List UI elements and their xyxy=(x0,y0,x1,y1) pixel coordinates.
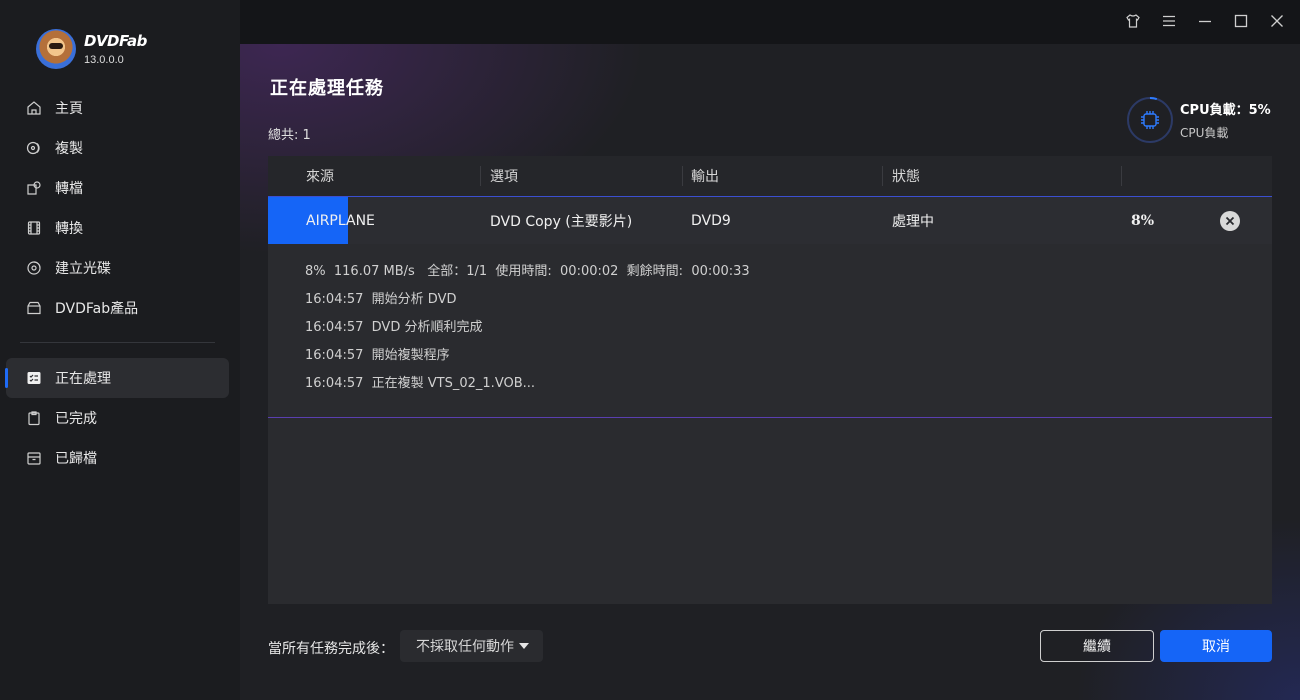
sidebar-item-products[interactable]: DVDFab產品 xyxy=(6,288,229,328)
column-source: 來源 xyxy=(306,169,334,185)
sidebar-divider xyxy=(20,342,215,343)
cpu-gauge xyxy=(1126,96,1174,144)
log-line: 16:04:57 開始複製程序 xyxy=(305,348,450,363)
sidebar-item-processing[interactable]: 正在處理 xyxy=(5,358,229,398)
dvdfab-logo xyxy=(36,29,76,69)
column-option: 選項 xyxy=(490,169,518,185)
cpu-load-indicator: CPU負載：5% CPU負載 xyxy=(1126,96,1271,144)
completed-clipboard-icon xyxy=(26,410,42,426)
sidebar-item-home[interactable]: 主頁 xyxy=(6,88,229,128)
after-all-tasks-value: 不採取任何動作 xyxy=(416,639,514,655)
sidebar-item-label: 正在處理 xyxy=(55,371,111,387)
cpu-load-value: CPU負載：5% xyxy=(1180,103,1271,118)
table-row[interactable]: AIRPLANE DVD Copy (主要影片) DVD9 處理中 8% xyxy=(268,196,1272,245)
caret-down-icon xyxy=(519,643,529,649)
title-bar xyxy=(240,0,1300,44)
minimize-button[interactable] xyxy=(1196,12,1214,30)
cancel-button[interactable]: 取消 xyxy=(1160,630,1272,662)
app-name: DVDFab xyxy=(84,32,147,50)
table-header: 來源 選項 輸出 狀態 xyxy=(268,156,1272,196)
home-icon xyxy=(26,100,42,116)
sidebar-item-label: DVDFab產品 xyxy=(55,301,139,317)
maximize-icon xyxy=(1234,14,1248,28)
sidebar-item-label: 建立光碟 xyxy=(55,261,111,277)
sidebar-nav: 主頁 複製 轉檔 轉換 建立光碟 DVDFab產品 正在處理 已完成 已歸檔 xyxy=(5,88,229,478)
sidebar-item-label: 轉檔 xyxy=(55,181,83,197)
menu-button[interactable] xyxy=(1160,12,1178,30)
task-log: 16:04:57 開始分析 DVD 16:04:57 DVD 分析順利完成 16… xyxy=(305,292,535,404)
sidebar-item-converter[interactable]: 轉換 xyxy=(6,208,229,248)
sidebar-item-ripper[interactable]: 轉檔 xyxy=(6,168,229,208)
after-all-tasks-select[interactable]: 不採取任何動作 xyxy=(400,630,543,662)
maximize-button[interactable] xyxy=(1232,12,1250,30)
task-percent: 8% xyxy=(1131,213,1155,229)
task-status: 處理中 xyxy=(892,214,934,230)
cpu-load-label: CPU負載 xyxy=(1180,126,1229,140)
log-line: 16:04:57 正在複製 VTS_02_1.VOB... xyxy=(305,376,536,391)
task-total: 總共: 1 xyxy=(268,128,311,143)
sidebar: DVDFab 13.0.0.0 主頁 複製 轉檔 轉換 建立光碟 DVDFab產… xyxy=(0,0,240,700)
task-list-icon xyxy=(26,370,42,386)
task-option: DVD Copy (主要影片) xyxy=(490,214,633,230)
page-title: 正在處理任務 xyxy=(270,78,384,99)
hamburger-menu-icon xyxy=(1163,15,1175,27)
column-status: 狀態 xyxy=(892,169,920,185)
task-output: DVD9 xyxy=(691,213,731,229)
close-window-button[interactable] xyxy=(1268,12,1286,30)
column-output: 輸出 xyxy=(691,169,719,185)
app-version: 13.0.0.0 xyxy=(84,54,124,66)
sidebar-item-label: 已完成 xyxy=(55,411,97,427)
ripper-icon xyxy=(26,180,42,196)
cancel-task-button[interactable] xyxy=(1220,211,1240,231)
archive-box-icon xyxy=(26,450,42,466)
task-details: 8% 116.07 MB/s 全部：1/1 使用時間: 00:00:02 剩餘時… xyxy=(268,244,1272,418)
close-icon xyxy=(1271,15,1283,27)
continue-button[interactable]: 繼續 xyxy=(1040,630,1154,662)
cpu-chip-icon xyxy=(1141,111,1159,129)
task-stats: 8% 116.07 MB/s 全部：1/1 使用時間: 00:00:02 剩餘時… xyxy=(305,264,750,279)
sidebar-item-label: 複製 xyxy=(55,141,83,157)
log-line: 16:04:57 DVD 分析順利完成 xyxy=(305,320,483,335)
skin-button[interactable] xyxy=(1124,12,1142,30)
log-line: 16:04:57 開始分析 DVD xyxy=(305,292,457,307)
sidebar-item-completed[interactable]: 已完成 xyxy=(6,398,229,438)
sidebar-item-creator[interactable]: 建立光碟 xyxy=(6,248,229,288)
shirt-icon xyxy=(1126,14,1140,28)
task-source: AIRPLANE xyxy=(306,213,375,229)
task-table: 來源 選項 輸出 狀態 AIRPLANE DVD Copy (主要影片) DVD… xyxy=(268,156,1272,604)
film-convert-icon xyxy=(26,220,42,236)
sidebar-item-label: 主頁 xyxy=(55,101,83,117)
sidebar-item-label: 已歸檔 xyxy=(55,451,97,467)
sidebar-item-copy[interactable]: 複製 xyxy=(6,128,229,168)
close-icon xyxy=(1225,216,1235,226)
copy-disc-icon xyxy=(26,140,42,156)
products-box-icon xyxy=(26,300,42,316)
minimize-icon xyxy=(1199,20,1211,23)
disc-create-icon xyxy=(26,260,42,276)
after-all-tasks-label: 當所有任務完成後： xyxy=(268,641,394,657)
main-panel: 正在處理任務 總共: 1 CPU負載：5% CPU負載 來源 選項 輸出 狀態 … xyxy=(240,44,1300,700)
sidebar-item-label: 轉換 xyxy=(55,221,83,237)
brand: DVDFab 13.0.0.0 xyxy=(36,29,147,69)
sidebar-item-archived[interactable]: 已歸檔 xyxy=(6,438,229,478)
